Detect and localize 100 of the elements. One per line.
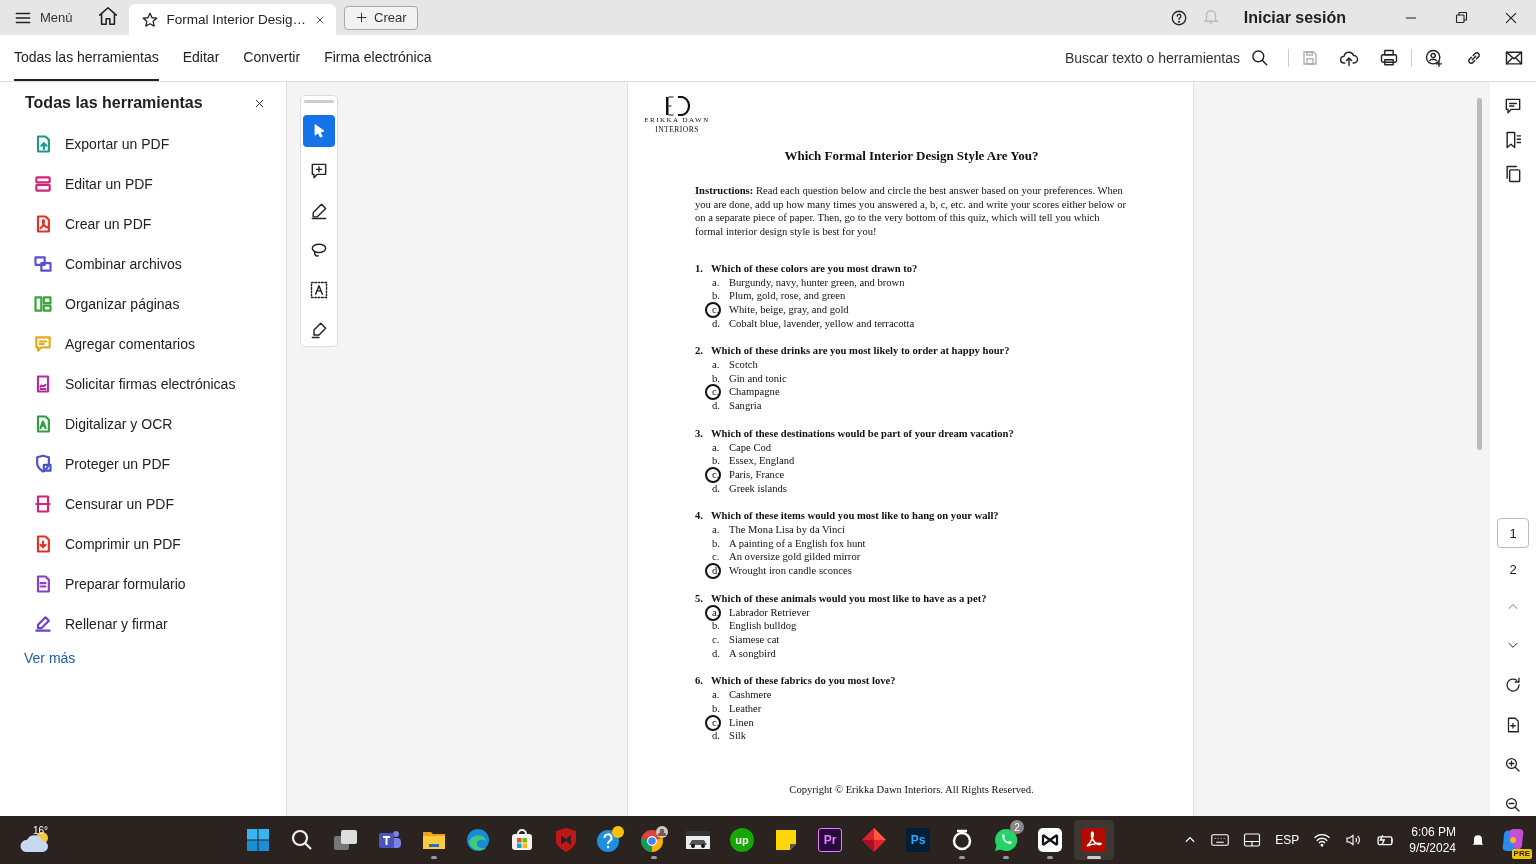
pdf-app-icon[interactable] <box>1081 827 1107 853</box>
option-text: Cobalt blue, lavender, yellow and terracotta <box>729 316 915 331</box>
option-letter: d. <box>711 564 721 578</box>
option-letter: a. <box>711 275 721 290</box>
home-icon[interactable] <box>96 4 119 27</box>
option-text: An oversize gold gilded mirror <box>729 550 861 565</box>
tool-item[interactable]: Combinar archivos <box>0 244 286 284</box>
option-letter: c. <box>711 385 721 400</box>
tool-item[interactable]: Rellenar y firmar <box>0 604 286 644</box>
tool-item[interactable]: Proteger un PDF <box>0 444 286 484</box>
taskbar-app[interactable]: Ps <box>898 820 938 860</box>
language-indicator[interactable]: ESP <box>1275 833 1300 847</box>
copyright-text: Copyright © Erikka Dawn Interiors. All Rights Reserved. <box>788 782 1035 797</box>
tool-item[interactable]: Organizar páginas <box>0 284 286 324</box>
copy-pages-icon[interactable] <box>1503 164 1523 184</box>
tool-item[interactable]: Exportar un PDF <box>0 124 286 164</box>
option-letter: b. <box>711 619 721 633</box>
option-letter: b. <box>711 454 721 468</box>
store-bag-icon[interactable] <box>509 827 535 853</box>
tool-item[interactable]: Crear un PDF <box>0 204 286 244</box>
browser-swirl-icon[interactable] <box>465 827 491 853</box>
mail-icon[interactable] <box>1504 48 1524 68</box>
search-field[interactable]: Buscar texto o herramientas <box>1058 35 1276 81</box>
option-text: A songbird <box>729 646 776 661</box>
print-icon[interactable] <box>1379 48 1399 68</box>
share-person-icon[interactable] <box>1424 48 1444 68</box>
sign-in-button[interactable]: Iniciar sesión <box>1237 7 1352 28</box>
tool-item[interactable]: Comprimir un PDF <box>0 524 286 564</box>
text-box-icon[interactable] <box>309 280 329 301</box>
battery-icon[interactable] <box>1375 832 1396 848</box>
option-text: The Mona Lisa by da Vinci <box>729 523 845 537</box>
toolbar-tab[interactable]: Convertir <box>243 35 301 81</box>
question-text: Which of these colors are you most drawn to? <box>711 261 918 276</box>
document-tab[interactable]: Formal Interior Desig… <box>128 4 337 35</box>
star-icon[interactable] <box>140 10 159 29</box>
photoshop-icon[interactable]: Ps <box>906 828 930 852</box>
zoom-in-icon[interactable] <box>1504 756 1522 774</box>
page-number[interactable]: 2 <box>1497 554 1529 584</box>
help-icon[interactable] <box>1169 8 1188 27</box>
option-letter: c. <box>711 633 721 647</box>
tool-item[interactable]: Solicitar firmas electrónicas <box>0 364 286 404</box>
option-text: Essex, England <box>729 454 795 468</box>
task-view-icon[interactable] <box>333 828 359 852</box>
question-text: Which of these destinations would be part of your dream vacation? <box>711 426 1014 441</box>
page-number[interactable]: 1 <box>1497 518 1529 548</box>
touchpad-icon[interactable] <box>1243 832 1262 848</box>
option-text: Labrador Retriever <box>729 605 810 620</box>
restore-icon[interactable] <box>1453 10 1469 25</box>
tool-item[interactable]: Preparar formulario <box>0 564 286 604</box>
see-more-link[interactable]: Ver más <box>24 650 76 666</box>
tool-item[interactable]: Digitalizar y OCR <box>0 404 286 444</box>
ring-icon[interactable] <box>950 827 974 853</box>
option-text: Paris, France <box>729 467 785 482</box>
signature-pen-icon[interactable] <box>309 320 329 341</box>
speaker-icon[interactable] <box>1345 832 1362 848</box>
comments-icon[interactable] <box>1503 96 1523 116</box>
option-text: Linen <box>729 715 754 730</box>
tool-item[interactable]: Editar un PDF <box>0 164 286 204</box>
keyboard-icon[interactable] <box>1211 833 1230 847</box>
taskbar-app[interactable]: 2 <box>986 820 1026 860</box>
premiere-icon[interactable]: Pr <box>818 828 842 852</box>
option-letter: a. <box>711 523 721 537</box>
option-letter: a. <box>711 688 721 702</box>
toolbar-tab[interactable]: Todas las herramientas <box>14 35 159 81</box>
option-letter: d. <box>711 399 721 413</box>
shield-icon[interactable] <box>553 827 579 853</box>
wifi-icon[interactable] <box>1313 832 1332 848</box>
option-letter: d. <box>711 316 721 331</box>
option-letter: d. <box>711 481 721 496</box>
option-letter: b. <box>711 701 721 716</box>
bookmark-icon[interactable] <box>1503 130 1523 150</box>
create-button[interactable]: Crear <box>344 5 418 30</box>
option-text: Gin and tonic <box>729 371 787 386</box>
notification-bell-icon[interactable] <box>1470 832 1486 848</box>
option-letter: d. <box>711 646 721 661</box>
search-icon <box>1250 48 1270 68</box>
toolbar-tab[interactable]: Firma electrónica <box>324 35 432 81</box>
option-text: Silk <box>729 729 747 743</box>
rotate-icon[interactable] <box>1504 676 1522 694</box>
copilot-icon[interactable] <box>1500 827 1526 853</box>
search-icon[interactable] <box>290 828 314 852</box>
option-letter: c. <box>711 302 721 317</box>
tool-item[interactable]: Censurar un PDF <box>0 484 286 524</box>
question-number: 4. <box>695 509 704 524</box>
menu-button[interactable]: Menú <box>0 0 87 35</box>
option-text: White, beige, gray, and gold <box>729 302 849 317</box>
clock[interactable]: 6:06 PM 9/5/2024 <box>1409 824 1456 856</box>
notification-count: 2 <box>1010 820 1024 834</box>
zoom-out-icon[interactable] <box>1504 796 1522 814</box>
plus-icon <box>355 11 369 24</box>
toolbar-tab[interactable]: Editar <box>182 35 220 81</box>
sticky-note-icon[interactable] <box>774 828 798 852</box>
taskbar-app[interactable]: Pr <box>810 820 850 860</box>
option-letter: a. <box>711 440 721 455</box>
taskbar-app[interactable] <box>1074 820 1114 860</box>
scrollbar-thumb[interactable] <box>1477 98 1482 450</box>
option-text: Siamese cat <box>729 633 780 647</box>
tool-item[interactable]: Agregar comentarios <box>0 324 286 364</box>
diamond-icon[interactable] <box>861 827 887 853</box>
option-text: Plum, gold, rose, and green <box>729 289 846 303</box>
